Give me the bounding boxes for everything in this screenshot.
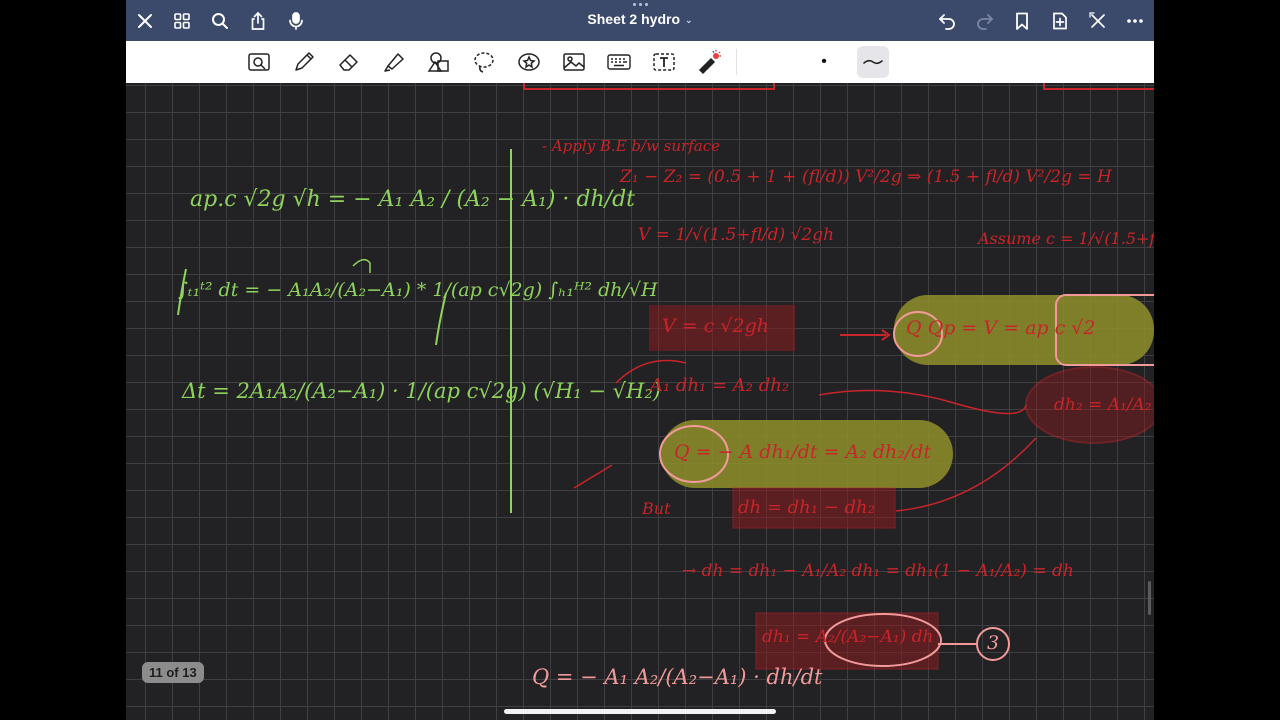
green-equation-1: ap.c √2g √h = − A₁ A₂ / (A₂ − A₁) · dh/d… — [190, 187, 636, 212]
red-note-dh-line: → dh = dh₁ − A₁/A₂ dh₁ = dh₁(1 − A₁/A₂) … — [682, 561, 1074, 581]
bookmark-icon[interactable] — [1009, 8, 1035, 34]
red-box-top-right — [1043, 83, 1154, 90]
pink-note-q-bottom: Q = − A₁ A₂/(A₂−A₁) · dh/dt — [532, 665, 823, 689]
note-canvas[interactable]: ap.c √2g √h = − A₁ A₂ / (A₂ − A₁) · dh/d… — [126, 83, 1154, 720]
close-x-icon[interactable] — [1085, 8, 1111, 34]
scroll-indicator[interactable] — [1148, 581, 1151, 615]
zoom-box-icon[interactable] — [244, 47, 274, 77]
home-indicator[interactable] — [504, 709, 776, 714]
red-note-but: But — [642, 499, 671, 518]
green-equation-2: ∫ₜ₁ᵗ² dt = − A₁A₂/(A₂−A₁) * 1/(ap c√2g) … — [178, 279, 658, 301]
red-note-q-eq: Q Qp = V = ap c √2 — [906, 317, 1096, 339]
red-tick-left — [573, 464, 613, 489]
redo-icon[interactable] — [972, 8, 998, 34]
undo-icon[interactable] — [934, 8, 960, 34]
close-icon[interactable] — [132, 8, 158, 34]
shapes-icon[interactable] — [424, 47, 454, 77]
red-note-dh1-box: dh₁ = A₂/(A₂−A₁) dh — [762, 627, 934, 647]
red-note-dh-box: dh = dh₁ − dh₂ — [738, 497, 875, 518]
pen-icon[interactable] — [289, 47, 319, 77]
red-box-top-left — [523, 83, 775, 90]
pink-note-circle-3: 3 — [987, 632, 1000, 654]
red-note-velocity: V = 1/√(1.5+fl/d) √2gh — [638, 225, 835, 245]
document-title[interactable]: Sheet 2 hydro ⌄ — [556, 11, 724, 27]
microphone-icon[interactable] — [283, 8, 309, 34]
sticker-icon[interactable] — [514, 47, 544, 77]
keyboard-icon[interactable] — [604, 47, 634, 77]
laser-pointer-icon[interactable] — [694, 47, 724, 77]
stroke-tilde-icon[interactable] — [857, 46, 889, 78]
lasso-icon[interactable] — [469, 47, 499, 77]
tool-bar: • — [126, 41, 1154, 84]
red-note-dh2: dh₂ = A₁/A₂ dh — [1054, 395, 1154, 415]
red-note-bernoulli: Z₁ − Z₂ = (0.5 + 1 + (fl/d)) V²/2g ⇒ (1.… — [620, 167, 1112, 187]
notes-app: Sheet 2 hydro ⌄ • ap.c √2g √h = − A₁ A₂ … — [126, 0, 1154, 720]
red-note-v-eq: V = c √2gh — [662, 315, 769, 337]
title-bar: Sheet 2 hydro ⌄ — [126, 0, 1154, 41]
search-icon[interactable] — [207, 8, 233, 34]
red-note-apply: - Apply B.E b/w surface — [542, 137, 720, 155]
image-icon[interactable] — [559, 47, 589, 77]
highlighter-icon[interactable] — [379, 47, 409, 77]
red-note-q-big: Q = − A dh₁/dt = A₂ dh₂/dt — [674, 441, 932, 463]
dot-label: • — [821, 53, 827, 70]
chevron-down-icon: ⌄ — [685, 14, 693, 25]
text-icon[interactable] — [649, 47, 679, 77]
document-title-text: Sheet 2 hydro — [587, 11, 681, 27]
red-wavy-line — [818, 389, 1027, 415]
green-equation-3: Δt = 2A₁A₂/(A₂−A₁) · 1/(ap c√2g) (√H₁ − … — [182, 379, 661, 403]
multitask-grabber[interactable] — [630, 3, 650, 9]
grid-icon[interactable] — [169, 8, 195, 34]
page-indicator[interactable]: 11 of 13 — [142, 662, 204, 683]
red-note-assume: Assume c = 1/√(1.5+fl/d) — [978, 229, 1154, 248]
add-page-icon[interactable] — [1047, 8, 1073, 34]
toolbar-separator — [736, 49, 737, 75]
more-icon[interactable] — [1122, 8, 1148, 34]
red-note-area-rel: A₁ dh₁ = A₂ dh₂ — [650, 375, 790, 396]
eraser-icon[interactable] — [334, 47, 364, 77]
stroke-dot-option[interactable]: • — [809, 47, 839, 77]
share-icon[interactable] — [245, 8, 271, 34]
